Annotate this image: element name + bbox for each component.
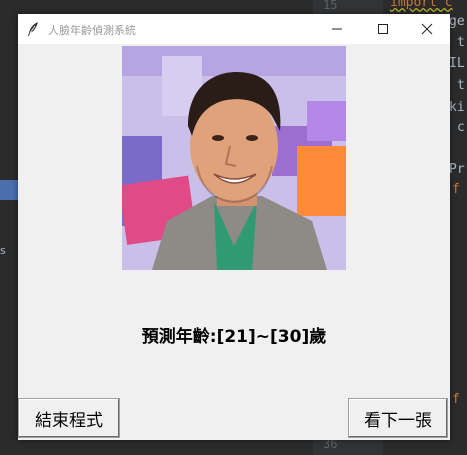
app-window: 人臉年齡偵測系統 預測年齡:[21]~[30]歲 結束程式 看下一張 xyxy=(18,14,450,440)
code-line: import c xyxy=(390,0,453,10)
code-line: t xyxy=(457,78,465,93)
title-bar[interactable]: 人臉年齡偵測系統 xyxy=(18,14,450,44)
line-number: 15 xyxy=(323,0,338,12)
close-icon xyxy=(421,23,433,35)
next-image-button[interactable]: 看下一張 xyxy=(348,398,448,438)
ide-selection-band xyxy=(0,180,20,200)
maximize-icon xyxy=(378,24,388,34)
ide-left-panel: s xyxy=(0,0,20,455)
window-title: 人臉年齡偵測系統 xyxy=(48,24,136,37)
minimize-button[interactable] xyxy=(314,14,360,44)
code-line: ge xyxy=(449,14,465,29)
predicted-age-label: 預測年齡:[21]~[30]歲 xyxy=(141,327,327,347)
code-line: IL xyxy=(449,56,465,71)
code-line: c xyxy=(457,120,465,135)
face-photo xyxy=(122,46,346,270)
code-line: t xyxy=(457,35,465,50)
code-line: f xyxy=(452,392,460,407)
quit-button[interactable]: 結束程式 xyxy=(18,398,120,438)
ide-left-label: s xyxy=(0,244,6,257)
code-line: ki xyxy=(449,100,465,115)
feather-icon xyxy=(28,22,38,36)
code-line: f xyxy=(452,182,460,197)
close-button[interactable] xyxy=(404,14,450,44)
code-line: Pr xyxy=(449,162,465,177)
maximize-button[interactable] xyxy=(360,14,406,44)
minimize-icon xyxy=(332,28,342,30)
